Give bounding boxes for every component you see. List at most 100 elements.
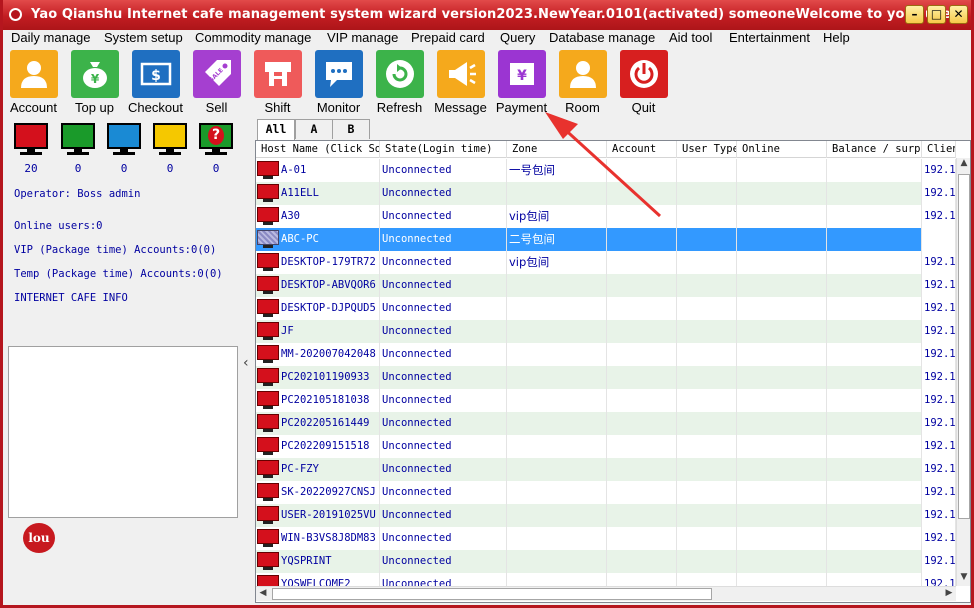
zone-cell: [507, 274, 607, 297]
zone-cell: [507, 412, 607, 435]
column-client[interactable]: Client: [922, 141, 956, 158]
menu-vip-manage[interactable]: VIP manage: [327, 30, 398, 45]
left-panel: 20 0 0 0 ? 0 Operator: Boss admin Online…: [6, 119, 238, 603]
menu-aid-tool[interactable]: Aid tool: [669, 30, 712, 45]
menu-query[interactable]: Query: [500, 30, 535, 45]
online-cell: [737, 251, 827, 274]
table-row[interactable]: PC202209151518 Unconnected 192.1: [256, 435, 956, 458]
account-cell: [607, 182, 677, 205]
checkout-button[interactable]: $ Checkout: [125, 50, 186, 116]
user-icon: [21, 61, 47, 88]
host-cell: PC202101190933: [256, 366, 380, 389]
scroll-left-icon[interactable]: ◀: [256, 588, 270, 600]
payment-button[interactable]: ¥ Payment: [491, 50, 552, 116]
scroll-thumb[interactable]: [958, 174, 970, 519]
maximize-button[interactable]: □: [927, 5, 946, 24]
table-row[interactable]: A30 Unconnected vip包间 192.1: [256, 205, 956, 228]
table-row[interactable]: DESKTOP-DJPQUD5 Unconnected 192.1: [256, 297, 956, 320]
shift-button[interactable]: Shift: [247, 50, 308, 116]
menu-system-setup[interactable]: System setup: [104, 30, 183, 45]
online-cell: [737, 205, 827, 228]
balance-cell: [827, 481, 922, 504]
sell-button[interactable]: SALE Sell: [186, 50, 247, 116]
menu-database-manage[interactable]: Database manage: [549, 30, 655, 45]
menu-entertainment[interactable]: Entertainment: [729, 30, 810, 45]
host-cell: PC202209151518: [256, 435, 380, 458]
online-cell: [737, 320, 827, 343]
table-row[interactable]: SK-20220927CNSJ Unconnected 192.1: [256, 481, 956, 504]
table-row[interactable]: ABC-PC Unconnected 二号包间 192.1: [256, 228, 956, 251]
collapse-arrow-icon[interactable]: ‹: [243, 355, 249, 371]
table-row[interactable]: DESKTOP-179TR72 Unconnected vip包间 192.1: [256, 251, 956, 274]
scroll-down-icon[interactable]: ▼: [958, 572, 970, 586]
table-row[interactable]: JF Unconnected 192.1: [256, 320, 956, 343]
temp-accounts-info: Temp (Package time) Accounts:0(0): [14, 268, 223, 280]
host-name: PC202105181038: [281, 394, 370, 406]
notice-box[interactable]: [8, 346, 238, 518]
tab-b[interactable]: B: [332, 119, 370, 139]
status-monitor-unknown[interactable]: ? 0: [199, 123, 233, 175]
app-icon[interactable]: [9, 8, 22, 21]
menu-help[interactable]: Help: [823, 30, 850, 45]
close-button[interactable]: ✕: [949, 5, 968, 24]
zone-cell: vip包间: [507, 205, 607, 228]
column-account[interactable]: Account: [607, 141, 677, 158]
table-row[interactable]: A11ELL Unconnected 192.1: [256, 182, 956, 205]
panel-splitter[interactable]: ‹: [239, 119, 255, 603]
monitor-button[interactable]: Monitor: [308, 50, 369, 116]
message-button[interactable]: Message: [430, 50, 491, 116]
computer-icon: [257, 437, 279, 456]
svg-text:¥: ¥: [91, 72, 100, 86]
menu-commodity-manage[interactable]: Commodity manage: [195, 30, 311, 45]
table-row[interactable]: PC-FZY Unconnected 192.1: [256, 458, 956, 481]
status-monitor-online[interactable]: 0: [61, 123, 95, 175]
host-name: PC-FZY: [281, 463, 319, 475]
status-monitor-locked[interactable]: 0: [153, 123, 187, 175]
online-cell: [737, 435, 827, 458]
quit-tile: [620, 50, 668, 98]
status-monitor-idle[interactable]: 0: [107, 123, 141, 175]
refresh-button[interactable]: Refresh: [369, 50, 430, 116]
account-cell: [607, 527, 677, 550]
top-up-button[interactable]: ¥ Top up: [64, 50, 125, 116]
power-icon: [630, 60, 658, 88]
table-row[interactable]: USER-20191025VU Unconnected 192.1: [256, 504, 956, 527]
column-online[interactable]: Online: [737, 141, 827, 158]
table-row[interactable]: YQSPRINT Unconnected 192.1: [256, 550, 956, 573]
table-row[interactable]: A-01 Unconnected 一号包间 192.1: [256, 159, 956, 182]
account-button[interactable]: Account: [3, 50, 64, 116]
table-row[interactable]: WIN-B3VS8J8DM83 Unconnected 192.1: [256, 527, 956, 550]
hscroll-thumb[interactable]: [272, 588, 712, 600]
horizontal-scrollbar[interactable]: ◀ ▶: [256, 586, 956, 601]
minimize-button[interactable]: –: [905, 5, 924, 24]
column-state[interactable]: State(Login time): [380, 141, 507, 158]
payment-tile: ¥: [498, 50, 546, 98]
usertype-cell: [677, 435, 737, 458]
scroll-right-icon[interactable]: ▶: [942, 588, 956, 600]
menu-daily-manage[interactable]: Daily manage: [11, 30, 91, 45]
monitor-screen: [153, 123, 187, 149]
table-row[interactable]: PC202105181038 Unconnected 192.1: [256, 389, 956, 412]
scroll-up-icon[interactable]: ▲: [958, 158, 970, 172]
table-row[interactable]: PC202101190933 Unconnected 192.1: [256, 366, 956, 389]
title-bar[interactable]: Yao Qianshu Internet cafe management sys…: [3, 0, 971, 30]
cafe-info-link[interactable]: INTERNET CAFE INFO: [14, 292, 128, 304]
column-zone[interactable]: Zone: [507, 141, 607, 158]
table-row[interactable]: DESKTOP-ABVQOR6 Unconnected 192.1: [256, 274, 956, 297]
table-row[interactable]: MM-202007042048 Unconnected 192.1: [256, 343, 956, 366]
menu-prepaid-card[interactable]: Prepaid card: [411, 30, 485, 45]
host-cell: PC-FZY: [256, 458, 380, 481]
client-cell: 192.1: [922, 205, 956, 228]
tab-all[interactable]: All: [257, 119, 295, 141]
column-balance[interactable]: Balance / surplus: [827, 141, 922, 158]
quit-button[interactable]: Quit: [613, 50, 674, 116]
tab-a[interactable]: A: [295, 119, 333, 139]
status-monitor-offline[interactable]: 20: [14, 123, 48, 175]
app-window: Yao Qianshu Internet cafe management sys…: [0, 0, 974, 608]
vertical-scrollbar[interactable]: ▲ ▼: [956, 158, 970, 586]
host-name: DESKTOP-179TR72: [281, 256, 376, 268]
column-user-type[interactable]: User Type: [677, 141, 737, 158]
table-row[interactable]: PC202205161449 Unconnected 192.1: [256, 412, 956, 435]
column-host-name[interactable]: Host Name (Click Sort): [256, 141, 380, 158]
room-button[interactable]: Room: [552, 50, 613, 116]
